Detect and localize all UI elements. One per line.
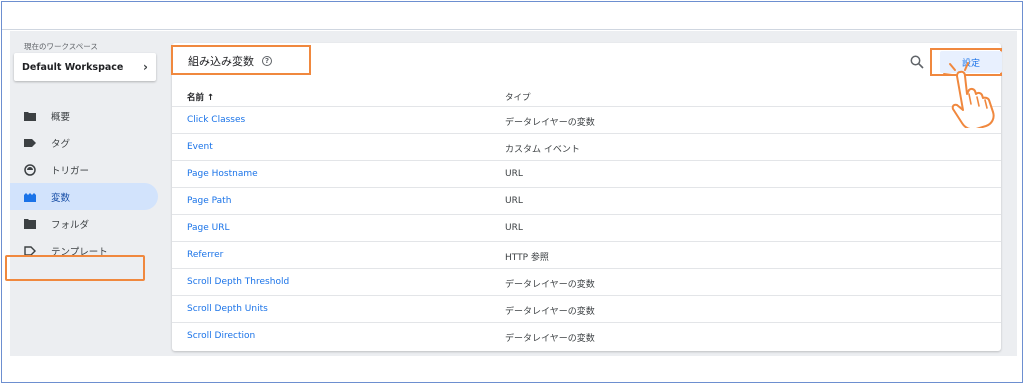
variables-icon <box>24 192 36 202</box>
sidebar-nav: 概要 タグ トリガー 変数 フォルダ テンプレート <box>5 102 158 281</box>
variable-name-link[interactable]: Referrer <box>187 250 223 260</box>
search-icon[interactable] <box>910 54 924 69</box>
header-divider <box>2 29 1022 30</box>
app-window: 現在のワークスペース Default Workspace › 概要 タグ トリガ… <box>5 31 1017 356</box>
variable-name-link[interactable]: Page Hostname <box>187 169 258 179</box>
table-row: Event カスタム イベント <box>172 133 1001 160</box>
variable-name-link[interactable]: Scroll Direction <box>187 331 255 341</box>
variable-type: URL <box>505 169 523 179</box>
variable-name-link[interactable]: Click Classes <box>187 115 245 125</box>
title-highlight-box <box>171 45 311 75</box>
template-icon <box>24 245 36 256</box>
variable-name-link[interactable]: Event <box>187 142 213 152</box>
variable-type: データレイヤーの変数 <box>505 280 595 290</box>
trigger-icon <box>24 163 36 176</box>
sidebar-item-tags[interactable]: タグ <box>10 129 158 156</box>
variable-type: データレイヤーの変数 <box>505 118 595 128</box>
variables-highlight-box <box>5 255 145 281</box>
builtin-variables-card: 組み込み変数 ? 設定 名前 ↑ タイプ Click Classes データレイ… <box>171 43 1002 351</box>
variable-type: HTTP 参照 <box>505 253 549 263</box>
sidebar-item-label: フォルダ <box>51 219 90 231</box>
sidebar-item-label: タグ <box>51 138 71 150</box>
chevron-right-icon: › <box>143 60 148 74</box>
variable-type: URL <box>505 196 523 206</box>
variable-type: データレイヤーの変数 <box>505 307 595 317</box>
table-row: Scroll Direction データレイヤーの変数 <box>172 322 1001 349</box>
sidebar-item-folders[interactable]: フォルダ <box>10 210 158 237</box>
sidebar-item-variables[interactable]: 変数 <box>10 183 158 210</box>
folder-icon <box>24 218 36 229</box>
pointing-hand-icon <box>943 62 995 128</box>
variable-type: カスタム イベント <box>505 145 580 155</box>
table-row: Referrer HTTP 参照 <box>172 241 1001 268</box>
table-row: Page Path URL <box>172 187 1001 214</box>
table-row: Page Hostname URL <box>172 160 1001 187</box>
table-row: Scroll Depth Threshold データレイヤーの変数 <box>172 268 1001 295</box>
table-row: Click Classes データレイヤーの変数 <box>172 106 1001 133</box>
variable-type: データレイヤーの変数 <box>505 334 595 344</box>
variable-type: URL <box>505 223 523 233</box>
column-header-type: タイプ <box>505 93 531 103</box>
table-row: Scroll Depth Units データレイヤーの変数 <box>172 295 1001 322</box>
sidebar-item-label: トリガー <box>51 165 90 177</box>
sidebar-item-overview[interactable]: 概要 <box>10 102 158 129</box>
workspace-label: 現在のワークスペース <box>24 42 98 51</box>
card-title: 組み込み変数 ? <box>171 45 311 75</box>
table-header: 名前 ↑ タイプ <box>172 85 1001 108</box>
variable-name-link[interactable]: Page URL <box>187 223 230 233</box>
sidebar-item-label: 概要 <box>51 111 71 123</box>
workspace-name: Default Workspace <box>22 61 124 73</box>
table-row: Page URL URL <box>172 214 1001 241</box>
tag-icon <box>24 138 36 148</box>
variable-name-link[interactable]: Scroll Depth Units <box>187 304 268 314</box>
variables-table: Click Classes データレイヤーの変数 Event カスタム イベント… <box>172 106 1001 349</box>
column-header-name[interactable]: 名前 ↑ <box>187 91 214 103</box>
sidebar-item-triggers[interactable]: トリガー <box>10 156 158 183</box>
variable-name-link[interactable]: Scroll Depth Threshold <box>187 277 289 287</box>
variable-name-link[interactable]: Page Path <box>187 196 231 206</box>
workspace-selector[interactable]: Default Workspace › <box>14 53 156 81</box>
folder-icon <box>24 111 36 121</box>
sidebar-item-label: 変数 <box>51 192 71 204</box>
